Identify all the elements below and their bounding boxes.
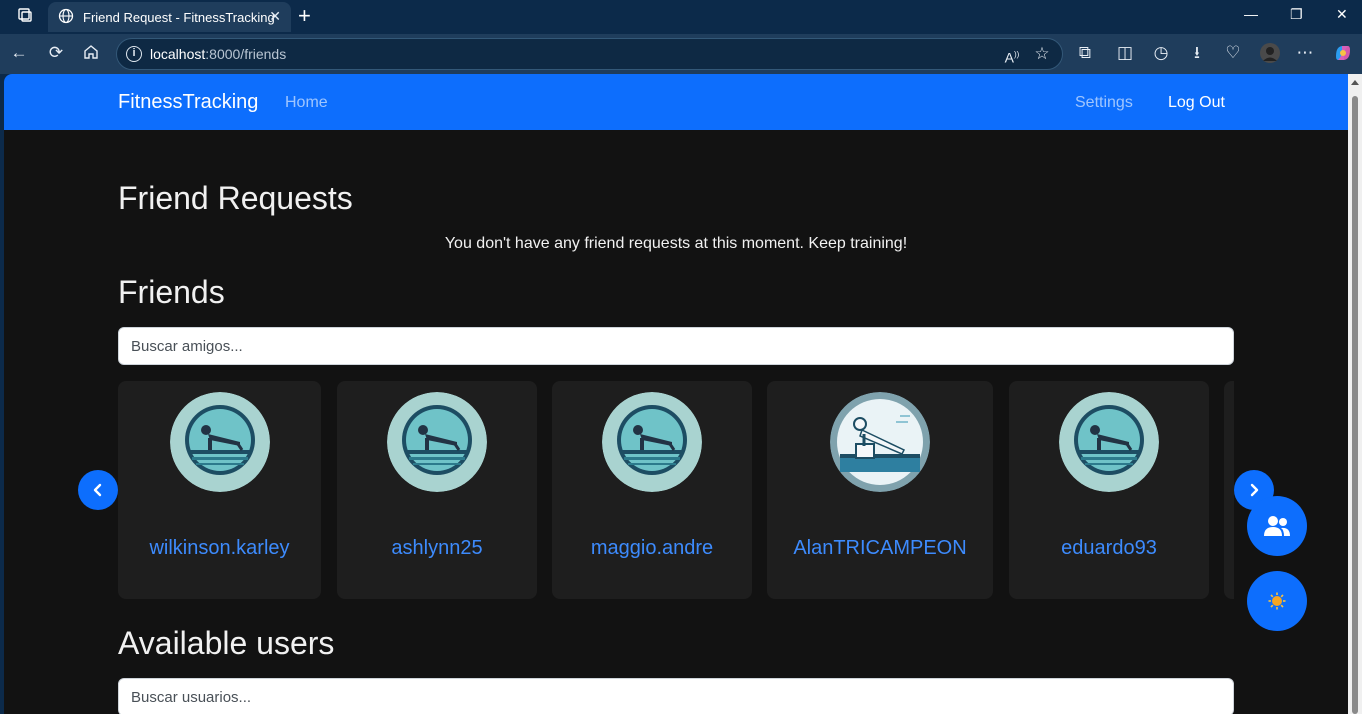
- friend-card[interactable]: maggio.andre: [552, 381, 752, 599]
- friend-card[interactable]: ashlynn25: [337, 381, 537, 599]
- available-users-heading: Available users: [118, 625, 335, 661]
- scrollbar-thumb[interactable]: [1352, 96, 1358, 714]
- friend-username-link[interactable]: eduardo93: [1009, 537, 1209, 560]
- page-scrollbar[interactable]: [1348, 74, 1362, 714]
- minimize-icon[interactable]: —: [1244, 6, 1258, 22]
- friends-search-input[interactable]: [118, 327, 1234, 365]
- restore-icon[interactable]: ❐: [1290, 6, 1303, 23]
- favorite-star-icon[interactable]: ☆: [1031, 44, 1053, 64]
- back-icon[interactable]: ←: [8, 43, 30, 63]
- friend-card[interactable]: AlanTRICAMPEON: [767, 381, 993, 599]
- friend-username-link[interactable]: wilkinson.karley: [118, 537, 321, 560]
- friend-card-partial[interactable]: [1224, 381, 1234, 599]
- users-group-icon: [1264, 516, 1290, 536]
- users-search-input[interactable]: [118, 678, 1234, 714]
- copilot-icon[interactable]: [1332, 42, 1354, 69]
- chevron-right-icon: [1250, 483, 1259, 497]
- url-text: localhost:8000/friends: [150, 46, 287, 62]
- downloads-icon[interactable]: ⭳: [1186, 43, 1208, 63]
- pushup-avatar-icon: [602, 392, 702, 492]
- globe-icon: [58, 8, 74, 27]
- health-icon[interactable]: ♡: [1222, 43, 1244, 63]
- close-tab-icon[interactable]: ✕: [269, 8, 281, 25]
- browser-toolbar: ← ⟳ i localhost:8000/friends A)) ☆ ⧉ ◫ ◷…: [0, 34, 1362, 74]
- browser-title-bar: Friend Request - FitnessTracking ✕ + — ❐…: [0, 0, 1362, 34]
- address-bar[interactable]: i localhost:8000/friends A)) ☆: [116, 38, 1063, 70]
- refresh-icon[interactable]: ⟳: [45, 43, 67, 63]
- split-screen-icon[interactable]: ◫: [1114, 43, 1136, 63]
- pushup-avatar-icon: [1059, 392, 1159, 492]
- nav-home-link[interactable]: Home: [285, 94, 328, 112]
- nav-settings-link[interactable]: Settings: [1075, 94, 1133, 112]
- more-menu-icon[interactable]: ⋯: [1294, 43, 1316, 63]
- read-aloud-icon[interactable]: A)): [1001, 45, 1023, 68]
- home-icon[interactable]: [80, 43, 102, 66]
- browser-tab-active[interactable]: Friend Request - FitnessTracking ✕: [48, 2, 291, 32]
- no-requests-message: You don't have any friend requests at th…: [444, 235, 908, 252]
- workspaces-icon[interactable]: [14, 6, 36, 29]
- friend-card[interactable]: wilkinson.karley: [118, 381, 321, 599]
- friend-username-link[interactable]: maggio.andre: [552, 537, 752, 560]
- site-info-icon[interactable]: i: [126, 46, 142, 62]
- brand-logo-text[interactable]: FitnessTracking: [118, 91, 258, 114]
- scroll-up-icon[interactable]: [1351, 80, 1359, 85]
- profile-avatar[interactable]: [1259, 42, 1281, 69]
- theme-toggle-button[interactable]: [1247, 571, 1307, 631]
- pushup-avatar-icon: [170, 392, 270, 492]
- box-pushup-avatar-icon: [830, 392, 930, 492]
- friends-heading: Friends: [118, 274, 225, 310]
- tab-title: Friend Request - FitnessTracking: [83, 9, 275, 25]
- friends-carousel: wilkinson.karley ashlynn25 maggio.andre …: [118, 381, 1234, 599]
- close-window-icon[interactable]: ✕: [1336, 6, 1348, 23]
- carousel-prev-button[interactable]: [78, 470, 118, 510]
- history-icon[interactable]: ◷: [1150, 43, 1172, 63]
- friends-fab-button[interactable]: [1247, 496, 1307, 556]
- nav-logout-link[interactable]: Log Out: [1168, 94, 1225, 112]
- page-viewport: FitnessTracking Home Settings Log Out Fr…: [4, 74, 1348, 714]
- extensions-icon[interactable]: ⧉: [1074, 43, 1096, 63]
- site-navbar: FitnessTracking Home Settings Log Out: [4, 74, 1348, 130]
- new-tab-button[interactable]: +: [298, 4, 311, 28]
- friend-username-link[interactable]: ashlynn25: [337, 537, 537, 560]
- chevron-left-icon: [93, 483, 102, 497]
- friend-username-link[interactable]: AlanTRICAMPEON: [767, 537, 993, 560]
- friend-requests-heading: Friend Requests: [118, 180, 353, 216]
- friend-card[interactable]: eduardo93: [1009, 381, 1209, 599]
- sun-icon: [1268, 592, 1286, 610]
- pushup-avatar-icon: [387, 392, 487, 492]
